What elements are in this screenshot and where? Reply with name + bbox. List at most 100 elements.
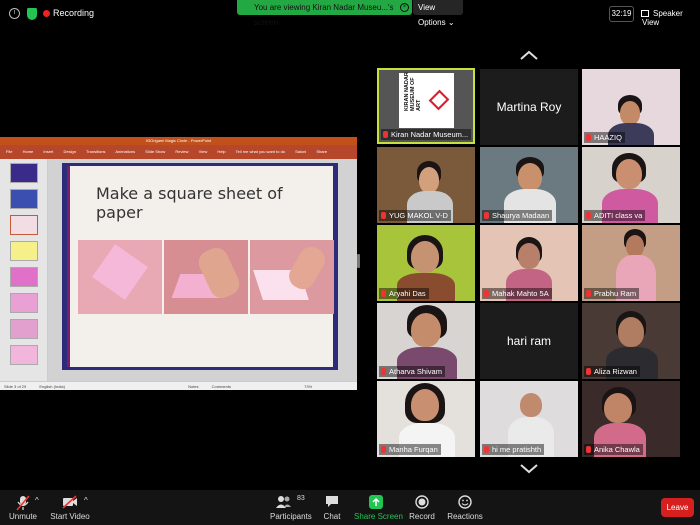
status-notes: Notes	[188, 384, 199, 389]
participant-tile-active[interactable]: KIRAN NADAR MUSEUM OF ART Kiran Nadar Mu…	[377, 68, 475, 144]
audio-options-chevron-icon[interactable]: ^	[33, 490, 43, 525]
participant-count: 83	[297, 495, 305, 502]
person-face	[616, 159, 642, 189]
leave-button[interactable]: Leave	[661, 498, 694, 517]
ribbon-tab: Home	[22, 149, 34, 154]
powerpoint-status-bar: Slide 3 of 29 English (India) Notes Comm…	[0, 381, 357, 390]
participant-tile[interactable]: Manha Furqan	[377, 381, 475, 457]
share-screen-label: Share Screen	[354, 512, 403, 521]
participant-name: Aliza Rizwan	[584, 366, 640, 377]
participant-name: Atharva Shivam	[379, 366, 445, 377]
viewing-screen-banner: You are viewing Kiran Nadar Museu...'s s…	[237, 0, 412, 27]
reactions-button[interactable]: Reactions	[446, 490, 484, 525]
participant-tile[interactable]: Prabhu Ram	[582, 225, 680, 301]
share-screen-icon	[369, 495, 383, 509]
powerpoint-title-bar: 03Origami Magic Circle - PowerPoint	[0, 137, 357, 145]
ribbon-tab: Design	[63, 149, 76, 154]
logo-text: KIRAN NADAR MUSEUM OF ART	[404, 72, 422, 111]
security-shield-icon[interactable]	[27, 8, 37, 20]
participant-tile[interactable]: ADITI class va	[582, 147, 680, 223]
meeting-info-icon[interactable]: i	[9, 8, 20, 19]
record-icon	[415, 495, 429, 509]
participant-tile[interactable]: HAAZIQ	[582, 69, 680, 145]
record-button[interactable]: Record	[406, 490, 438, 525]
participant-name-display: Martina Roy	[496, 100, 562, 114]
ribbon-user: Saloni	[295, 149, 307, 154]
slide-thumbnail-selected	[10, 215, 38, 235]
video-off-icon	[62, 495, 77, 509]
person-face	[411, 389, 439, 421]
participant-tile[interactable]: Aliza Rizwan	[582, 303, 680, 379]
powerpoint-ribbon: File Home Insert Design Transitions Anim…	[0, 145, 357, 159]
participant-name: YUG MAKOL V-D	[379, 210, 451, 221]
reactions-icon	[458, 495, 472, 509]
speaker-view-button[interactable]: Speaker View	[642, 9, 700, 27]
origami-photo-3	[250, 240, 334, 314]
gallery-up-arrow-icon[interactable]	[520, 50, 538, 60]
chat-label: Chat	[323, 512, 341, 521]
participant-tile[interactable]: Martina Roy	[480, 69, 578, 145]
participant-tile[interactable]: Atharva Shivam	[377, 303, 475, 379]
person-face	[520, 393, 542, 417]
participants-button[interactable]: 83 Participants	[270, 490, 312, 525]
participant-tile[interactable]: Shaurya Madaan	[480, 147, 578, 223]
participant-tile[interactable]: hari ram	[480, 303, 578, 379]
chat-button[interactable]: Chat	[318, 490, 346, 525]
chevron-down-icon: ⌄	[447, 18, 455, 27]
origami-photo-2	[164, 240, 248, 314]
close-icon[interactable]: ×	[400, 3, 409, 12]
person-face	[518, 163, 542, 191]
participant-name-display: hari ram	[506, 334, 551, 348]
participant-name: HAAZIQ	[584, 132, 625, 143]
participant-name: Prabhu Ram	[584, 288, 640, 299]
participant-name: Mahak Mahto 5A	[482, 288, 552, 299]
meeting-timer: 32:19	[609, 6, 634, 22]
person-face	[604, 393, 632, 423]
person-face	[411, 241, 439, 273]
slide-thumbnail	[10, 163, 38, 183]
split-view-handle[interactable]	[357, 254, 360, 268]
participants-icon	[276, 496, 291, 508]
video-options-chevron-icon[interactable]: ^	[82, 490, 92, 525]
participant-name: Shaurya Madaan	[482, 210, 553, 221]
museum-logo: KIRAN NADAR MUSEUM OF ART	[399, 72, 454, 128]
slide-thumbnail	[10, 345, 38, 365]
ribbon-tab: File	[6, 149, 13, 154]
ribbon-tab: View	[198, 149, 208, 154]
slide-content: Make a square sheet of paper	[67, 166, 334, 367]
chat-icon	[326, 496, 338, 507]
logo-mark-icon	[428, 89, 450, 111]
participant-name: hi me pratishth	[482, 444, 545, 455]
status-comments: Comments	[211, 384, 231, 389]
participant-tile[interactable]: YUG MAKOL V-D	[377, 147, 475, 223]
share-screen-button[interactable]: Share Screen	[354, 490, 403, 525]
slide-title: Make a square sheet of paper	[96, 184, 283, 222]
top-bar: i Recording You are viewing Kiran Nadar …	[0, 0, 700, 28]
ribbon-tab: Animations	[115, 149, 136, 154]
view-options-button[interactable]: View Options ⌄	[413, 0, 463, 27]
ribbon-tell-me: Tell me what you want to do	[235, 149, 286, 154]
ribbon-tab: Help	[217, 149, 226, 154]
gallery-down-arrow-icon[interactable]	[520, 464, 538, 474]
person-face	[626, 235, 644, 257]
participant-name: Aryahi Das	[379, 288, 429, 299]
person-face	[518, 243, 540, 269]
status-zoom: 73%	[304, 384, 313, 389]
participant-name: Manha Furqan	[379, 444, 441, 455]
slide-thumbnail	[10, 241, 38, 261]
participant-tile[interactable]: hi me pratishth	[480, 381, 578, 457]
zoom-window: i Recording You are viewing Kiran Nadar …	[0, 0, 700, 525]
person-face	[419, 167, 439, 193]
viewing-screen-text: You are viewing Kiran Nadar Museu...'s s…	[254, 3, 394, 27]
ribbon-tab: Slide Show	[145, 149, 166, 154]
participant-tile[interactable]: Anika Chawla	[582, 381, 680, 457]
status-slide-number: Slide 3 of 29	[4, 384, 27, 389]
slide-thumbnail	[10, 189, 38, 209]
slide-thumbnail	[10, 319, 38, 339]
microphone-muted-icon	[16, 495, 30, 511]
paper-shape	[92, 244, 148, 300]
participant-tile[interactable]: Aryahi Das	[377, 225, 475, 301]
person-face	[618, 317, 644, 347]
participant-tile[interactable]: Mahak Mahto 5A	[480, 225, 578, 301]
reactions-label: Reactions	[447, 512, 483, 521]
